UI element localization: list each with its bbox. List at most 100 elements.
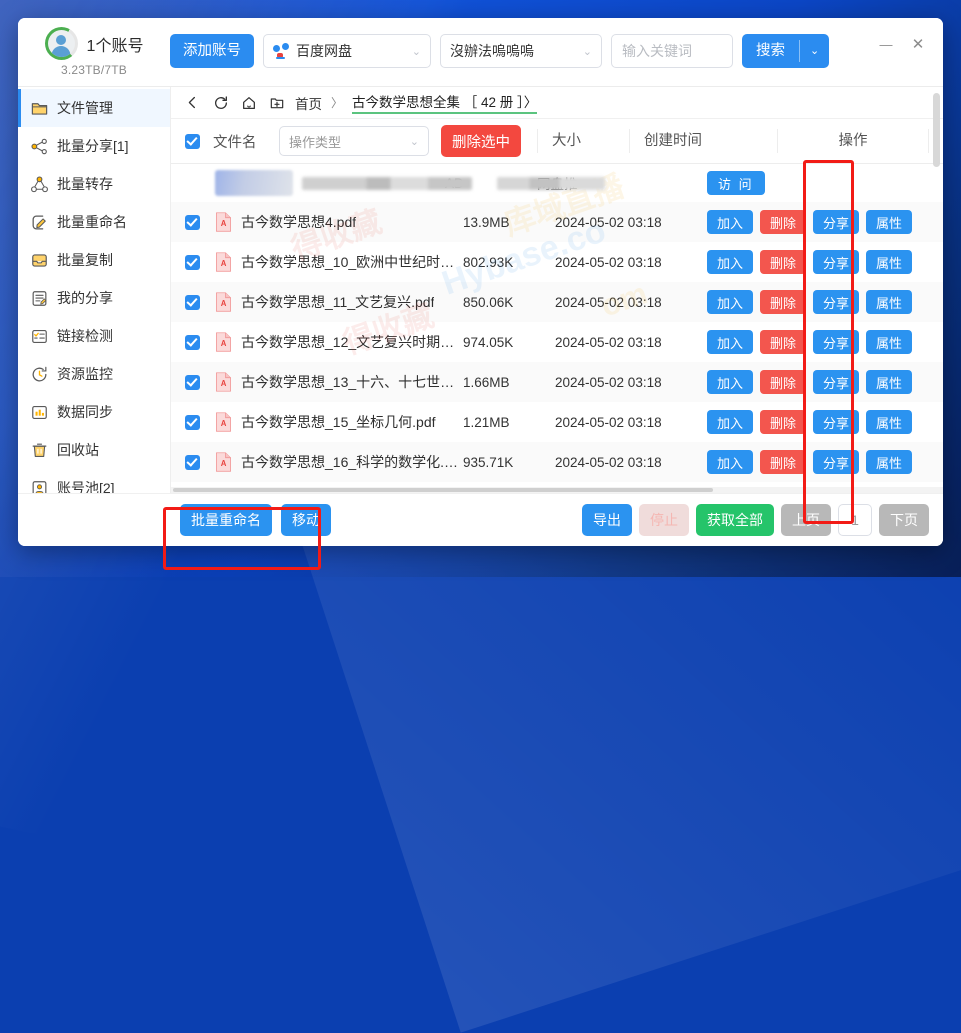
next-page-button[interactable]: 下页	[879, 504, 929, 536]
account-summary[interactable]: 1个账号 3.23TB/7TB	[18, 18, 170, 77]
row-props-button[interactable]: 属性	[866, 450, 913, 474]
sidebar-item-link-check[interactable]: 链接检测	[18, 317, 170, 355]
footer-bar: 批量重命名 移动 导出 停止 获取全部 上页 下页	[18, 493, 943, 546]
breadcrumb-current-folder[interactable]: 古今数学思想全集 ［ 42 册 ］〉	[352, 91, 538, 114]
row-delete-button[interactable]: 删除	[760, 370, 807, 394]
row-share-button[interactable]: 分享	[813, 370, 860, 394]
sidebar-item-label: 数据同步	[57, 404, 113, 420]
row-add-button[interactable]: 加入	[707, 290, 754, 314]
sidebar-item-batch-share[interactable]: 批量分享[1]	[18, 127, 170, 165]
table-row[interactable]: A 古今数学思想_10_欧洲中世纪时期.pdf 802.93K 2024-05-02 …	[171, 242, 943, 282]
select-all-checkbox[interactable]	[184, 133, 200, 149]
breadcrumb: 首页 〉 古今数学思想全集 ［ 42 册 ］〉	[171, 87, 943, 119]
row-add-button[interactable]: 加入	[707, 330, 754, 354]
table-row[interactable]: A 古今数学思想_12_文艺复兴时期数学的贡974.05K 2024-05-02 0…	[171, 322, 943, 362]
sidebar-item-resource-monitor[interactable]: 资源监控	[18, 355, 170, 393]
account-storage: 3.23TB/7TB	[60, 63, 128, 77]
baidu-pan-icon	[273, 42, 290, 60]
row-checkbox[interactable]	[184, 294, 200, 310]
page-number-input[interactable]	[838, 504, 872, 536]
table-row[interactable]: A 古今数学思想_13_十六、十七世纪的算术1.66MB 2024-05-02 03…	[171, 362, 943, 402]
row-checkbox[interactable]	[184, 374, 200, 390]
sidebar-item-file-manage[interactable]: 文件管理	[18, 89, 170, 127]
stop-button[interactable]: 停止	[639, 504, 689, 536]
row-checkbox[interactable]	[184, 254, 200, 270]
row-delete-button[interactable]: 删除	[760, 410, 807, 434]
window-controls: — ✕	[871, 18, 943, 57]
row-props-button[interactable]: 属性	[866, 210, 913, 234]
search-input[interactable]	[611, 34, 733, 68]
pdf-file-icon: A	[216, 412, 231, 432]
row-delete-button[interactable]: 删除	[760, 450, 807, 474]
fetch-all-button[interactable]: 获取全部	[696, 504, 774, 536]
new-folder-icon[interactable]	[267, 93, 286, 112]
main-panel: 首页 〉 古今数学思想全集 ［ 42 册 ］〉 文件名 操作类型 ⌄ 删除选中 …	[171, 87, 943, 493]
row-share-button[interactable]: 分享	[813, 290, 860, 314]
search-options-chevron-icon[interactable]: ⌄	[800, 34, 829, 68]
chevron-left-icon[interactable]	[183, 93, 202, 112]
file-size: 974.05K	[463, 334, 514, 350]
row-props-button[interactable]: 属性	[866, 410, 913, 434]
sidebar-item-recycle-bin[interactable]: 回收站	[18, 431, 170, 469]
sidebar-item-batch-copy[interactable]: 批量复制	[18, 241, 170, 279]
chevron-down-icon: ⌄	[411, 45, 421, 58]
row-share-button[interactable]: 分享	[813, 410, 860, 434]
file-name: 古今数学思想_15_坐标几何.pdf	[241, 414, 436, 430]
row-props-button[interactable]: 属性	[866, 370, 913, 394]
export-button[interactable]: 导出	[582, 504, 632, 536]
row-delete-button[interactable]: 删除	[760, 250, 807, 274]
sidebar-item-label: 链接检测	[57, 328, 113, 344]
row-share-button[interactable]: 分享	[813, 210, 860, 234]
ad-visit-button[interactable]: 访 问	[707, 171, 765, 195]
sidebar-item-label: 批量复制	[57, 252, 113, 268]
search-button[interactable]: 搜索	[742, 34, 799, 68]
add-account-button[interactable]: 添加账号	[170, 34, 254, 68]
vertical-scrollbar[interactable]	[933, 93, 940, 167]
sidebar-item-my-shares[interactable]: 我的分享	[18, 279, 170, 317]
row-props-button[interactable]: 属性	[866, 290, 913, 314]
sidebar-item-batch-rename[interactable]: 批量重命名	[18, 203, 170, 241]
row-delete-button[interactable]: 删除	[760, 210, 807, 234]
file-size: 13.9MB	[463, 214, 510, 230]
breadcrumb-home[interactable]: 首页	[295, 93, 322, 113]
sidebar-item-data-sync[interactable]: 数据同步	[18, 393, 170, 431]
prev-page-button[interactable]: 上页	[781, 504, 831, 536]
minimize-icon[interactable]: —	[871, 31, 901, 57]
row-add-button[interactable]: 加入	[707, 370, 754, 394]
row-add-button[interactable]: 加入	[707, 410, 754, 434]
row-delete-button[interactable]: 删除	[760, 290, 807, 314]
table-row[interactable]: A 古今数学思想_11_文艺复兴.pdf 850.06K 2024-05-02 03:…	[171, 282, 943, 322]
row-share-button[interactable]: 分享	[813, 450, 860, 474]
delete-selected-button[interactable]: 删除选中	[441, 125, 521, 157]
row-checkbox[interactable]	[184, 334, 200, 350]
row-delete-button[interactable]: 删除	[760, 330, 807, 354]
table-row[interactable]: A 古今数学思想_15_坐标几何.pdf 1.21MB 2024-05-02 03:1…	[171, 402, 943, 442]
row-share-button[interactable]: 分享	[813, 250, 860, 274]
operation-type-select[interactable]: 操作类型 ⌄	[279, 126, 429, 156]
folder-icon	[31, 102, 48, 115]
refresh-icon[interactable]	[211, 93, 230, 112]
account-name: 1个账号	[86, 37, 144, 55]
sidebar-item-label: 回收站	[57, 442, 99, 458]
row-props-button[interactable]: 属性	[866, 330, 913, 354]
row-add-button[interactable]: 加入	[707, 250, 754, 274]
row-checkbox[interactable]	[184, 214, 200, 230]
sidebar-nav: 文件管理 批量分享[1] 批量转存 批量重命名 批量复制 我的分享 链接检测 资…	[18, 87, 170, 546]
close-icon[interactable]: ✕	[903, 31, 933, 57]
cloud-provider-select[interactable]: 百度网盘 ⌄	[263, 34, 431, 68]
row-add-button[interactable]: 加入	[707, 450, 754, 474]
row-checkbox[interactable]	[184, 414, 200, 430]
table-row[interactable]: A 古今数学思想_16_科学的数学化.pdf 935.71K 2024-05-02 0…	[171, 442, 943, 482]
row-add-button[interactable]: 加入	[707, 210, 754, 234]
table-row[interactable]: A 古今数学思想4.pdf 13.9MB 2024-05-02 03:18 加入 删除 分享…	[171, 202, 943, 242]
window-body: 文件管理 批量分享[1] 批量转存 批量重命名 批量复制 我的分享 链接检测 资…	[18, 87, 943, 534]
row-props-button[interactable]: 属性	[866, 250, 913, 274]
row-checkbox[interactable]	[184, 454, 200, 470]
home-icon[interactable]	[239, 93, 258, 112]
account-select[interactable]: 沒辦法嗚嗚嗚 ⌄	[440, 34, 602, 68]
row-share-button[interactable]: 分享	[813, 330, 860, 354]
batch-rename-button[interactable]: 批量重命名	[180, 504, 272, 536]
file-created-time: 2024-05-02 03:18	[555, 454, 662, 470]
sidebar-item-batch-transfer[interactable]: 批量转存	[18, 165, 170, 203]
move-button[interactable]: 移动	[281, 504, 331, 536]
